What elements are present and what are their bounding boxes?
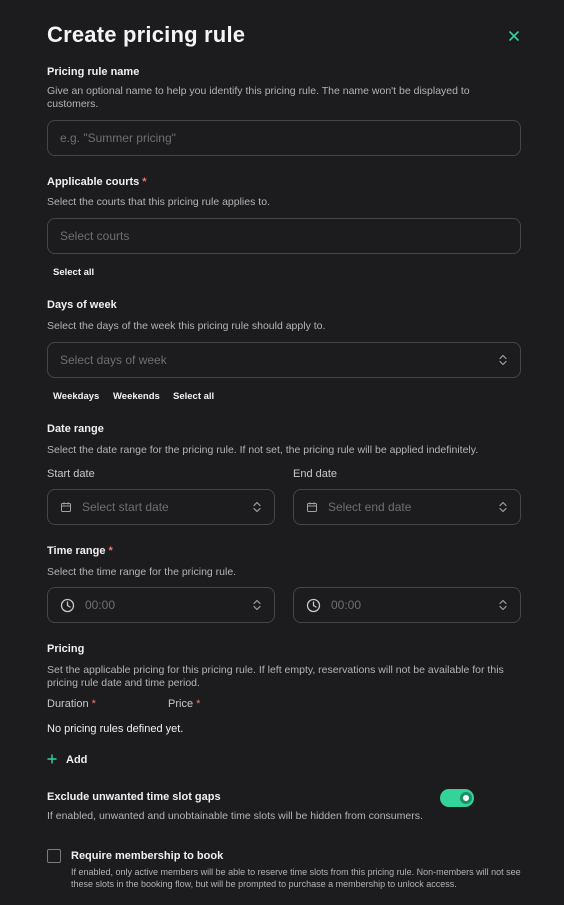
courts-help: Select the courts that this pricing rule… [47, 196, 270, 208]
days-select-all-button[interactable]: Select all [167, 388, 220, 405]
chevron-up-down-icon [498, 599, 508, 612]
membership-label: Require membership to book [71, 850, 224, 862]
membership-checkbox[interactable] [47, 849, 61, 863]
pricing-empty-text: No pricing rules defined yet. [47, 723, 184, 735]
days-label: Days of week [47, 299, 117, 311]
required-marker: * [91, 698, 96, 710]
name-label: Pricing rule name [47, 66, 140, 78]
toggle-knob [460, 792, 472, 804]
calendar-icon [306, 501, 318, 513]
days-placeholder: Select days of week [60, 353, 167, 367]
date-range-help: Select the date range for the pricing ru… [47, 444, 479, 456]
add-pricing-label: Add [66, 753, 88, 766]
chevron-up-down-icon [252, 501, 262, 514]
close-icon[interactable] [506, 28, 522, 44]
required-marker: * [196, 698, 201, 710]
end-date-label: End date [293, 468, 338, 480]
chevron-up-down-icon [498, 354, 508, 367]
required-marker: * [108, 545, 113, 557]
date-range-label: Date range [47, 423, 104, 435]
start-time-picker[interactable]: 00:00 [47, 587, 275, 623]
calendar-icon [60, 501, 72, 513]
duration-column-label: Duration * [47, 698, 96, 710]
dialog-title: Create pricing rule [47, 22, 246, 47]
courts-select[interactable]: Select courts [47, 218, 521, 254]
time-range-help: Select the time range for the pricing ru… [47, 566, 237, 578]
days-select[interactable]: Select days of week [47, 342, 521, 378]
courts-label: Applicable courts * [47, 176, 147, 188]
required-marker: * [142, 176, 147, 188]
clock-icon [306, 598, 321, 613]
time-range-label: Time range * [47, 545, 113, 557]
name-placeholder: e.g. "Summer pricing" [60, 131, 176, 145]
exclude-gaps-toggle[interactable] [440, 789, 474, 807]
end-time-picker[interactable]: 00:00 [293, 587, 521, 623]
courts-placeholder: Select courts [60, 229, 130, 243]
pricing-label: Pricing [47, 643, 85, 655]
start-date-placeholder: Select start date [82, 500, 169, 514]
chevron-up-down-icon [498, 501, 508, 514]
days-help: Select the days of the week this pricing… [47, 320, 326, 332]
end-date-picker[interactable]: Select end date [293, 489, 521, 525]
add-pricing-button[interactable]: Add [47, 752, 87, 767]
exclude-gaps-help: If enabled, unwanted and unobtainable ti… [47, 810, 423, 822]
membership-help: If enabled, only active members will be … [71, 867, 521, 889]
weekends-button[interactable]: Weekends [107, 388, 166, 405]
price-column-label: Price * [168, 698, 201, 710]
chevron-up-down-icon [252, 599, 262, 612]
pricing-help: Set the applicable pricing for this pric… [47, 664, 504, 689]
start-time-value: 00:00 [85, 598, 116, 612]
start-date-picker[interactable]: Select start date [47, 489, 275, 525]
plus-icon [47, 752, 57, 767]
end-date-placeholder: Select end date [328, 500, 412, 514]
courts-select-all-button[interactable]: Select all [47, 264, 100, 281]
exclude-gaps-label: Exclude unwanted time slot gaps [47, 791, 221, 803]
weekdays-button[interactable]: Weekdays [47, 388, 105, 405]
clock-icon [60, 598, 75, 613]
name-help: Give an optional name to help you identi… [47, 85, 470, 110]
end-time-value: 00:00 [331, 598, 362, 612]
name-input[interactable]: e.g. "Summer pricing" [47, 120, 521, 156]
start-date-label: Start date [47, 468, 95, 480]
